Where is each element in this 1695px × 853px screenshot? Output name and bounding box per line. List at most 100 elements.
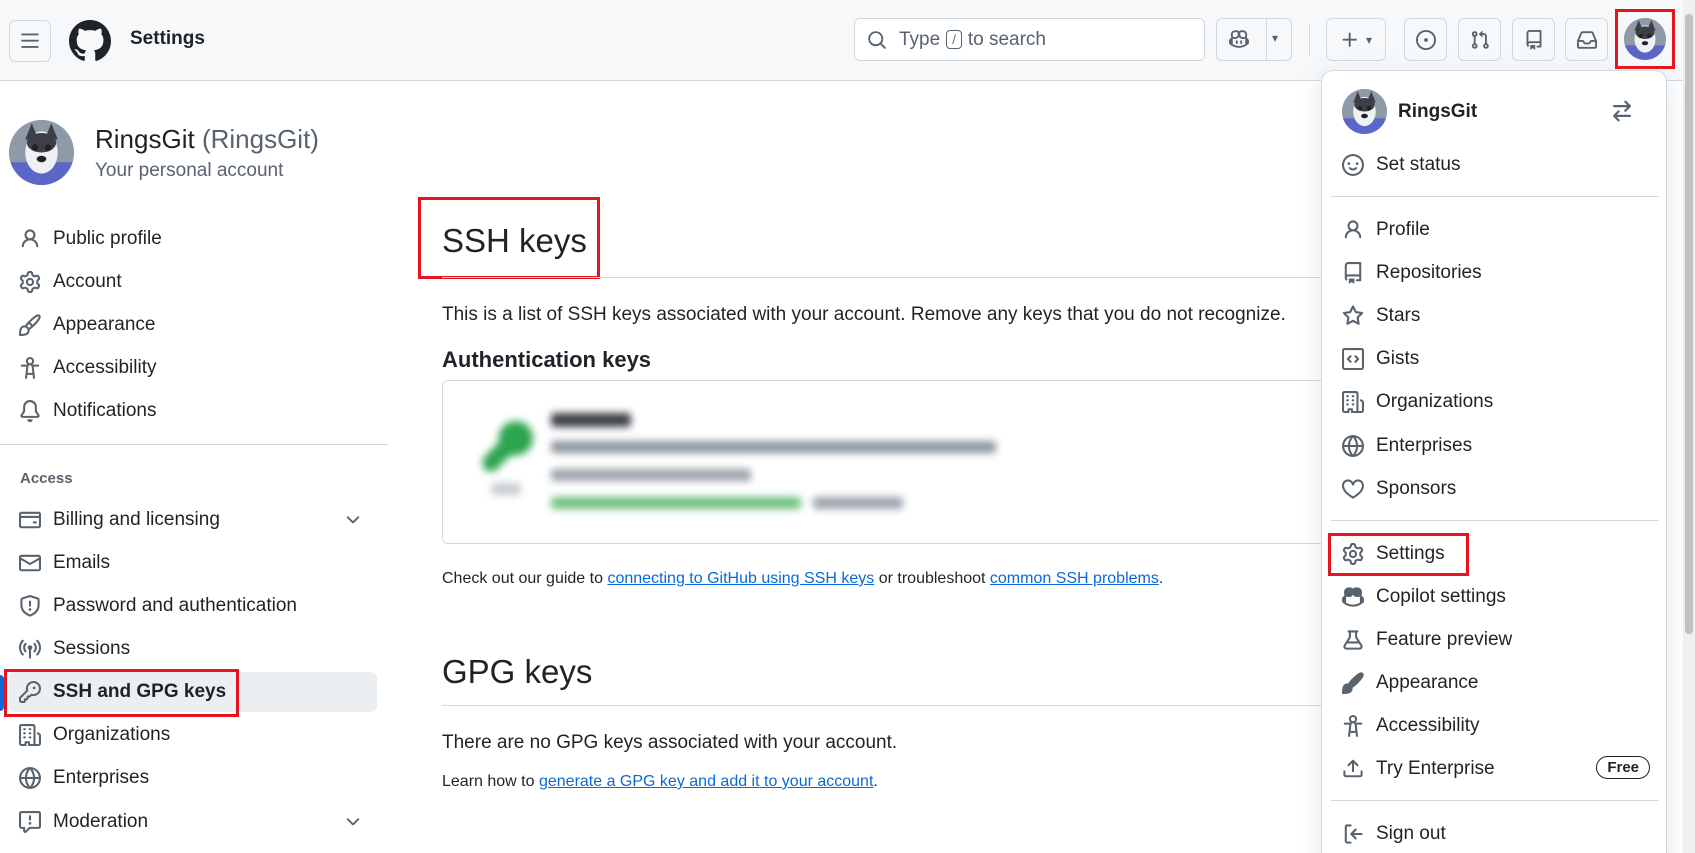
menu-item-label: Set status [1376, 154, 1461, 175]
report-icon [19, 811, 41, 833]
sidebar-item-label: Account [53, 271, 122, 292]
menu-item-label: Profile [1376, 219, 1430, 240]
sidebar-item-label: Password and authentication [53, 595, 297, 616]
copilot-button[interactable]: ▾ [1216, 18, 1292, 61]
user-avatar-button[interactable] [1615, 9, 1675, 69]
menu-item-feature-preview[interactable]: Feature preview [1330, 620, 1660, 660]
bell-icon [20, 400, 40, 422]
menu-item-try-enterprise[interactable]: Try Enterprise Free [1330, 749, 1660, 789]
sidebar-item-label: Accessibility [53, 357, 157, 378]
globe-icon [19, 767, 41, 789]
sidebar-item-public-profile[interactable]: Public profile [9, 219, 377, 259]
sidebar-item-appearance[interactable]: Appearance [9, 305, 377, 345]
sidebar-item-account[interactable]: Account [9, 262, 377, 302]
triangle-down-icon: ▾ [1272, 31, 1279, 45]
search-shortcut-key: / [946, 30, 962, 49]
account-name[interactable]: RingsGit (RingsGit) [95, 124, 319, 155]
sidebar-item-ssh-gpg-keys[interactable]: SSH and GPG keys [9, 672, 377, 712]
sidebar-item-label: Organizations [53, 724, 171, 745]
profile-avatar [9, 120, 74, 185]
key-added-date [551, 469, 751, 481]
key-title [551, 413, 631, 427]
sidebar-item-label: Notifications [53, 400, 157, 421]
ssh-key-list [442, 380, 1342, 544]
repositories-button[interactable] [1512, 18, 1555, 61]
notifications-button[interactable] [1565, 18, 1608, 61]
menu-item-profile[interactable]: Profile [1330, 210, 1660, 250]
search-input[interactable]: Type / to search [854, 18, 1205, 61]
section-divider [442, 277, 1342, 278]
ssh-troubleshoot-link[interactable]: common SSH problems [990, 570, 1159, 587]
issues-button[interactable] [1404, 18, 1447, 61]
menu-item-set-status[interactable]: Set status [1330, 145, 1660, 185]
upload-icon [1343, 759, 1363, 778]
authentication-keys-heading: Authentication keys [442, 347, 652, 372]
sidebar-item-sessions[interactable]: Sessions [9, 629, 377, 669]
user-menu: RingsGit Set status Profile Repositories… [1321, 70, 1667, 853]
gpg-learn-text: Learn how to generate a GPG key and add … [442, 773, 878, 790]
key-last-used [551, 497, 801, 509]
menu-item-stars[interactable]: Stars [1330, 296, 1660, 336]
person-icon [21, 229, 39, 248]
menu-item-accessibility[interactable]: Accessibility [1330, 706, 1660, 746]
sidebar-item-enterprises[interactable]: Enterprises [9, 758, 377, 798]
key-icon [483, 421, 533, 471]
github-logo-icon[interactable] [69, 20, 111, 62]
repo-icon [1526, 29, 1541, 50]
page-context-title[interactable]: Settings [130, 28, 205, 50]
menu-divider [1331, 196, 1659, 197]
code-square-icon [1342, 348, 1364, 370]
menu-button[interactable] [9, 20, 51, 62]
menu-item-label: Accessibility [1376, 715, 1480, 736]
account-login: (RingsGit) [201, 124, 319, 154]
menu-item-organizations[interactable]: Organizations [1330, 382, 1660, 422]
person-icon [1344, 220, 1362, 239]
pull-requests-button[interactable] [1458, 18, 1501, 61]
arrow-switch-icon[interactable] [1610, 99, 1634, 123]
menu-item-gists[interactable]: Gists [1330, 339, 1660, 379]
menu-item-sponsors[interactable]: Sponsors [1330, 469, 1660, 509]
scrollbar[interactable] [1683, 0, 1695, 853]
menu-item-enterprises[interactable]: Enterprises [1330, 426, 1660, 466]
repo-icon [1344, 262, 1362, 284]
create-new-button[interactable]: ▾ [1326, 18, 1386, 61]
menu-item-settings[interactable]: Settings [1330, 534, 1660, 574]
ssh-guide-link[interactable]: connecting to GitHub using SSH keys [607, 570, 874, 587]
sidebar-item-moderation[interactable]: Moderation [9, 802, 377, 842]
accessibility-icon [1343, 715, 1363, 737]
active-indicator [0, 675, 4, 711]
sidebar-section-heading: Access [20, 470, 73, 487]
sidebar-item-accessibility[interactable]: Accessibility [9, 348, 377, 388]
git-pull-request-icon [1471, 30, 1489, 49]
sidebar-item-organizations[interactable]: Organizations [9, 715, 377, 755]
sidebar-item-password[interactable]: Password and authentication [9, 586, 377, 626]
menu-item-label: Organizations [1376, 391, 1494, 412]
heart-icon [1342, 479, 1364, 499]
menu-item-repositories[interactable]: Repositories [1330, 253, 1660, 293]
paintbrush-icon [1342, 672, 1364, 694]
copilot-icon [1342, 587, 1364, 607]
smiley-icon [1342, 154, 1364, 176]
chevron-down-icon[interactable] [343, 812, 363, 832]
sidebar-item-billing[interactable]: Billing and licensing [9, 500, 377, 540]
sidebar-item-emails[interactable]: Emails [9, 543, 377, 583]
menu-item-label: Settings [1376, 543, 1445, 564]
section-divider [442, 705, 1342, 706]
menu-item-copilot-settings[interactable]: Copilot settings [1330, 577, 1660, 617]
scrollbar-thumb[interactable] [1685, 14, 1693, 634]
gpg-learn-link[interactable]: generate a GPG key and add it to your ac… [539, 773, 873, 790]
ssh-guide-text: Check out our guide to connecting to Git… [442, 570, 1164, 587]
sidebar-item-label: SSH and GPG keys [53, 681, 227, 702]
sidebar-item-notifications[interactable]: Notifications [9, 391, 377, 431]
mail-icon [19, 554, 41, 572]
chevron-down-icon[interactable] [343, 510, 363, 530]
key-access [813, 497, 903, 509]
sign-out-icon [1344, 824, 1363, 844]
broadcast-icon [19, 639, 41, 659]
menu-item-label: Feature preview [1376, 629, 1513, 650]
sidebar-item-label: Appearance [53, 314, 156, 335]
menu-item-sign-out[interactable]: Sign out [1330, 814, 1660, 853]
avatar [1342, 89, 1387, 134]
sidebar-item-label: Moderation [53, 811, 149, 832]
menu-item-appearance[interactable]: Appearance [1330, 663, 1660, 703]
